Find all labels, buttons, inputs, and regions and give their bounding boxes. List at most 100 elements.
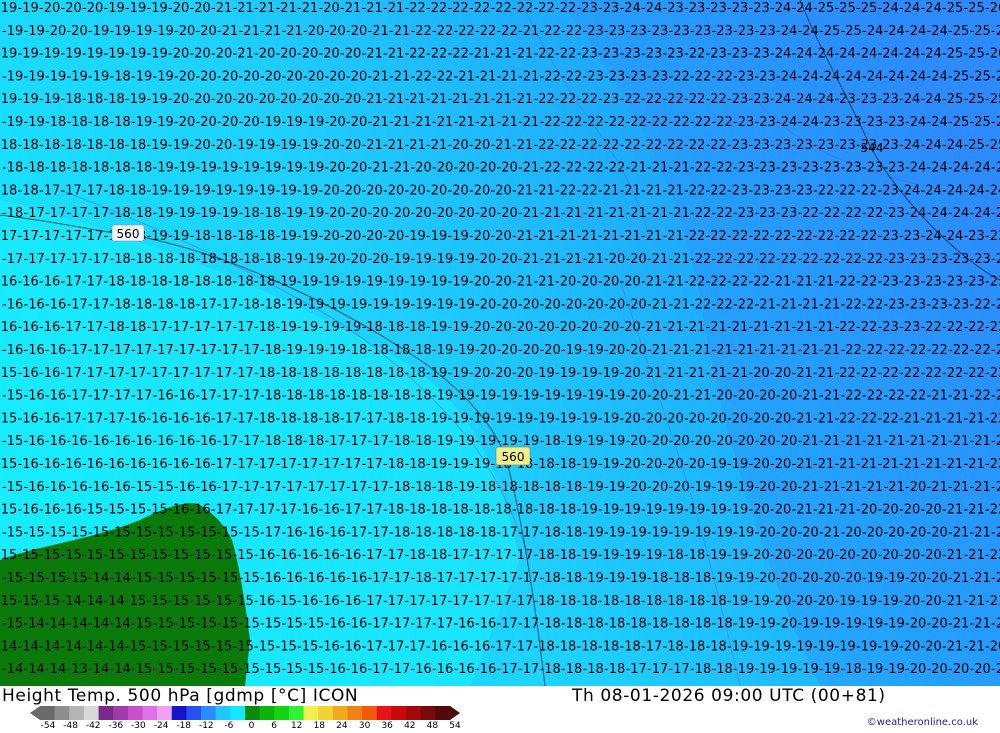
grid-value-label: -17 xyxy=(518,617,539,632)
grid-value-label: -20 xyxy=(211,138,232,153)
grid-value-label: -21 xyxy=(835,503,856,518)
grid-value-label: -21 xyxy=(626,206,647,221)
grid-value-label: -19 xyxy=(577,366,598,381)
grid-value-label: -23 xyxy=(727,1,748,16)
grid-value-label: -21 xyxy=(669,343,690,358)
grid-value-label: -22 xyxy=(684,138,705,153)
grid-value-label: -22 xyxy=(641,138,662,153)
legend-swatch xyxy=(435,706,451,720)
grid-value-label: -19 xyxy=(561,343,582,358)
grid-value-label: -20 xyxy=(577,320,598,335)
grid-value-label: -18 xyxy=(254,366,275,381)
grid-value-label: -23 xyxy=(905,252,926,267)
grid-value-label: -21 xyxy=(684,366,705,381)
valid-time: Th 08-01-2026 09:00 UTC (00+81) xyxy=(572,686,886,706)
grid-value-label: -24 xyxy=(813,47,834,62)
grid-value-label: -15 xyxy=(190,639,211,654)
grid-value-label: -23 xyxy=(770,138,791,153)
grid-value-label: -24 xyxy=(878,1,899,16)
grid-value-label: -20 xyxy=(190,47,211,62)
grid-value-label: -15 xyxy=(239,571,260,586)
grid-value-label: -21 xyxy=(620,229,641,244)
grid-value-label: -18 xyxy=(18,138,39,153)
grid-value-label: -20 xyxy=(755,525,776,540)
grid-value-label: -17 xyxy=(190,366,211,381)
grid-value-label: -24 xyxy=(899,1,920,16)
grid-value-label: -18 xyxy=(626,617,647,632)
grid-value-label: -20 xyxy=(620,320,641,335)
credit-link[interactable]: ©weatheronline.co.uk xyxy=(867,717,978,728)
weather-map: -19-19-20-20-20-19-19-19-20-20-21-21-21-… xyxy=(0,0,1000,686)
grid-value-label: -21 xyxy=(518,161,539,176)
grid-value-label: -21 xyxy=(518,24,539,39)
grid-value-label: -22 xyxy=(432,69,453,84)
grid-value-label: -22 xyxy=(475,24,496,39)
grid-value-label: -20 xyxy=(362,183,383,198)
grid-value-label: -17 xyxy=(217,434,238,449)
grid-value-label: -20 xyxy=(626,480,647,495)
grid-value-label: -24 xyxy=(792,47,813,62)
grid-value-label: -17 xyxy=(24,252,45,267)
grid-value-label: -19 xyxy=(577,503,598,518)
grid-value-label: -18 xyxy=(254,320,275,335)
grid-value-label: -20 xyxy=(319,138,340,153)
grid-value-label: -16 xyxy=(325,571,346,586)
grid-value-label: -21 xyxy=(862,480,883,495)
grid-value-label: -22 xyxy=(755,252,776,267)
grid-value-label: -17 xyxy=(368,525,389,540)
grid-value-label: -19 xyxy=(239,161,260,176)
grid-value-label: -22 xyxy=(905,389,926,404)
grid-value-label: -22 xyxy=(856,275,877,290)
grid-value-label: -18 xyxy=(389,389,410,404)
grid-value-label: -15 xyxy=(190,548,211,563)
grid-value-label: -22 xyxy=(684,183,705,198)
grid-value-label: -21 xyxy=(798,343,819,358)
grid-value-label: -17 xyxy=(448,594,469,609)
grid-value-label: -15 xyxy=(153,571,174,586)
grid-value-label: -20 xyxy=(905,617,926,632)
grid-value-label: -20 xyxy=(491,366,512,381)
grid-value-label: -24 xyxy=(905,206,926,221)
grid-value-label: -20 xyxy=(878,548,899,563)
legend-tick-label: 30 xyxy=(358,721,371,731)
legend-tick-label: -42 xyxy=(85,721,101,731)
grid-value-label: -20 xyxy=(190,138,211,153)
grid-value-label: -19 xyxy=(798,662,819,677)
grid-value-label: -20 xyxy=(346,24,367,39)
grid-value-label: -20 xyxy=(340,47,361,62)
grid-value-label: -21 xyxy=(835,457,856,472)
grid-value-label: -22 xyxy=(690,297,711,312)
grid-value-label: -20 xyxy=(475,343,496,358)
grid-value-label: -19 xyxy=(254,138,275,153)
grid-value-label: -20 xyxy=(319,1,340,16)
grid-value-label: -21 xyxy=(383,47,404,62)
grid-value-label: -20 xyxy=(346,252,367,267)
grid-value-label: -14 xyxy=(45,662,66,677)
grid-value-label: -20 xyxy=(905,525,926,540)
grid-value-label: -19 xyxy=(254,183,275,198)
grid-value-label: -18 xyxy=(411,480,432,495)
grid-value-label: -20 xyxy=(168,92,189,107)
grid-value-label: -21 xyxy=(942,411,963,426)
grid-value-label: -20 xyxy=(770,594,791,609)
grid-value-label: -18 xyxy=(411,525,432,540)
grid-value-label: -15 xyxy=(0,366,17,381)
grid-value-label: -22 xyxy=(512,1,533,16)
grid-value-label: -15 xyxy=(217,617,238,632)
grid-value-label: -21 xyxy=(970,480,991,495)
grid-value-label: -16 xyxy=(254,594,275,609)
grid-value-label: -19 xyxy=(282,252,303,267)
grid-value-label: -21 xyxy=(878,457,899,472)
grid-value-label: -19 xyxy=(641,503,662,518)
grid-value-label: -22 xyxy=(712,206,733,221)
grid-value-label: -19 xyxy=(884,662,905,677)
grid-value-label: -19 xyxy=(819,617,840,632)
grid-value-label: -19 xyxy=(190,183,211,198)
grid-value-label: -20 xyxy=(620,366,641,381)
grid-value-label: -18 xyxy=(260,297,281,312)
grid-value-label: -23 xyxy=(884,297,905,312)
grid-value-label: -21 xyxy=(211,1,232,16)
grid-value-label: -17 xyxy=(110,343,131,358)
grid-value-label: -17 xyxy=(88,297,109,312)
grid-value-label: -18 xyxy=(82,92,103,107)
